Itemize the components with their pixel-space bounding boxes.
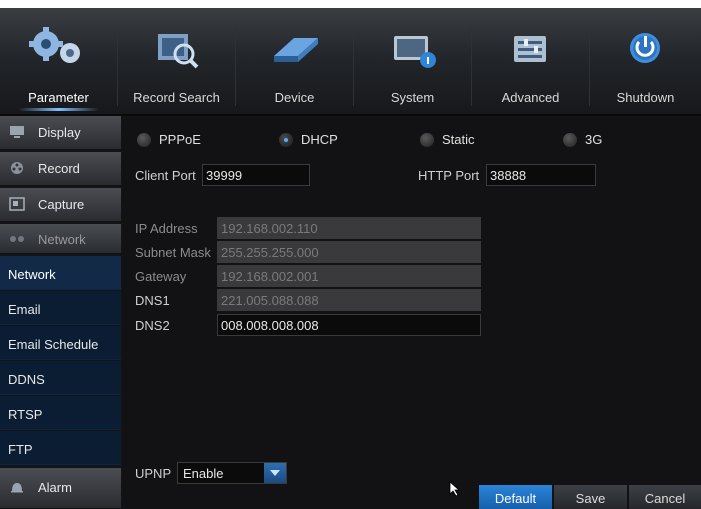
top-menu-system[interactable]: System <box>354 8 471 116</box>
radio-label: 3G <box>585 132 603 147</box>
hard-drive-icon <box>274 38 318 62</box>
system-info-icon <box>394 36 436 68</box>
top-menu-device[interactable]: Device <box>236 8 353 116</box>
network-icon <box>10 236 24 242</box>
radio-indicator <box>563 133 577 147</box>
top-menu-label: Parameter <box>28 90 89 105</box>
sidebar-category-label: Alarm <box>38 480 72 495</box>
chevron-down-icon[interactable] <box>264 463 286 483</box>
subnet-mask-label: Subnet Mask <box>135 245 211 260</box>
sidebar-category-network[interactable]: Network <box>0 224 121 254</box>
film-reel-icon <box>11 162 23 174</box>
top-menu-label: System <box>390 90 435 105</box>
top-menu-bar: Parameter Record Search Device System Ad… <box>0 8 701 116</box>
radio-dhcp[interactable]: DHCP <box>279 132 359 148</box>
top-menu-advanced[interactable]: Advanced <box>472 8 589 116</box>
sidebar-category-display[interactable]: Display <box>0 116 121 150</box>
radio-indicator <box>279 133 293 147</box>
sidebar-item-email[interactable]: Email <box>0 291 121 325</box>
cancel-button[interactable]: Cancel <box>629 485 701 509</box>
sidebar-category-record[interactable]: Record <box>0 152 121 186</box>
client-port-label: Client Port <box>135 168 196 183</box>
sidebar-category-label: Network <box>38 232 86 247</box>
subnet-mask-field[interactable]: 255.255.255.000 <box>217 241 481 263</box>
save-button[interactable]: Save <box>554 485 627 509</box>
top-menu-label: Device <box>274 90 315 105</box>
ip-address-field[interactable]: 192.168.002.110 <box>217 217 481 239</box>
advanced-settings-icon <box>514 36 546 62</box>
alarm-bell-icon <box>11 483 23 493</box>
gears-icon <box>29 27 80 63</box>
sidebar: Display Record Capture Network Network E… <box>0 116 121 509</box>
gateway-label: Gateway <box>135 269 187 284</box>
sidebar-item-ddns[interactable]: DDNS <box>0 361 121 395</box>
upnp-label: UPNP <box>135 466 172 481</box>
top-menu-label: Advanced <box>501 90 560 105</box>
dns1-label: DNS1 <box>135 293 170 308</box>
dns2-field[interactable]: 008.008.008.008 <box>217 314 481 336</box>
display-icon <box>10 126 24 138</box>
network-settings-panel: PPPoE DHCP Static 3G Client Port 39999 H… <box>122 118 701 509</box>
top-menu-record-search[interactable]: Record Search <box>118 8 235 116</box>
top-menu-shutdown[interactable]: Shutdown <box>590 8 701 116</box>
sidebar-item-rtsp[interactable]: RTSP <box>0 396 121 430</box>
top-menu-label: Shutdown <box>616 90 675 105</box>
capture-icon <box>9 197 25 211</box>
sidebar-category-label: Display <box>38 125 81 140</box>
mouse-cursor-icon <box>449 481 461 497</box>
client-port-field[interactable]: 39999 <box>202 164 310 186</box>
sidebar-category-label: Record <box>38 161 80 176</box>
radio-static[interactable]: Static <box>420 132 500 148</box>
radio-3g[interactable]: 3G <box>563 132 623 148</box>
sidebar-category-capture[interactable]: Capture <box>0 188 121 222</box>
power-icon <box>630 33 660 63</box>
sidebar-category-label: Capture <box>38 197 85 212</box>
gateway-field[interactable]: 192.168.002.001 <box>217 265 481 287</box>
radio-label: DHCP <box>301 132 338 147</box>
dns2-label: DNS2 <box>135 318 170 333</box>
sidebar-category-alarm[interactable]: Alarm <box>0 468 121 509</box>
upnp-select[interactable]: Enable <box>177 462 287 484</box>
dns1-field[interactable]: 221.005.088.088 <box>217 289 481 311</box>
ip-address-label: IP Address <box>135 221 198 236</box>
top-menu-label: Record Search <box>133 90 220 105</box>
http-port-field[interactable]: 38888 <box>486 164 596 186</box>
sidebar-item-email-schedule[interactable]: Email Schedule <box>0 326 121 360</box>
default-button[interactable]: Default <box>479 485 552 509</box>
radio-indicator <box>420 133 434 147</box>
radio-label: Static <box>442 132 475 147</box>
sidebar-item-network[interactable]: Network <box>0 256 121 290</box>
radio-label: PPPoE <box>159 132 201 147</box>
dvr-settings-window: Parameter Record Search Device System Ad… <box>0 8 701 509</box>
record-search-icon <box>158 34 199 69</box>
http-port-label: HTTP Port <box>418 168 480 183</box>
sidebar-item-ftp[interactable]: FTP <box>0 431 121 465</box>
upnp-select-value: Enable <box>183 466 224 481</box>
top-menu-parameter[interactable]: Parameter <box>0 8 117 116</box>
radio-indicator <box>137 133 151 147</box>
radio-pppoe[interactable]: PPPoE <box>137 132 217 148</box>
